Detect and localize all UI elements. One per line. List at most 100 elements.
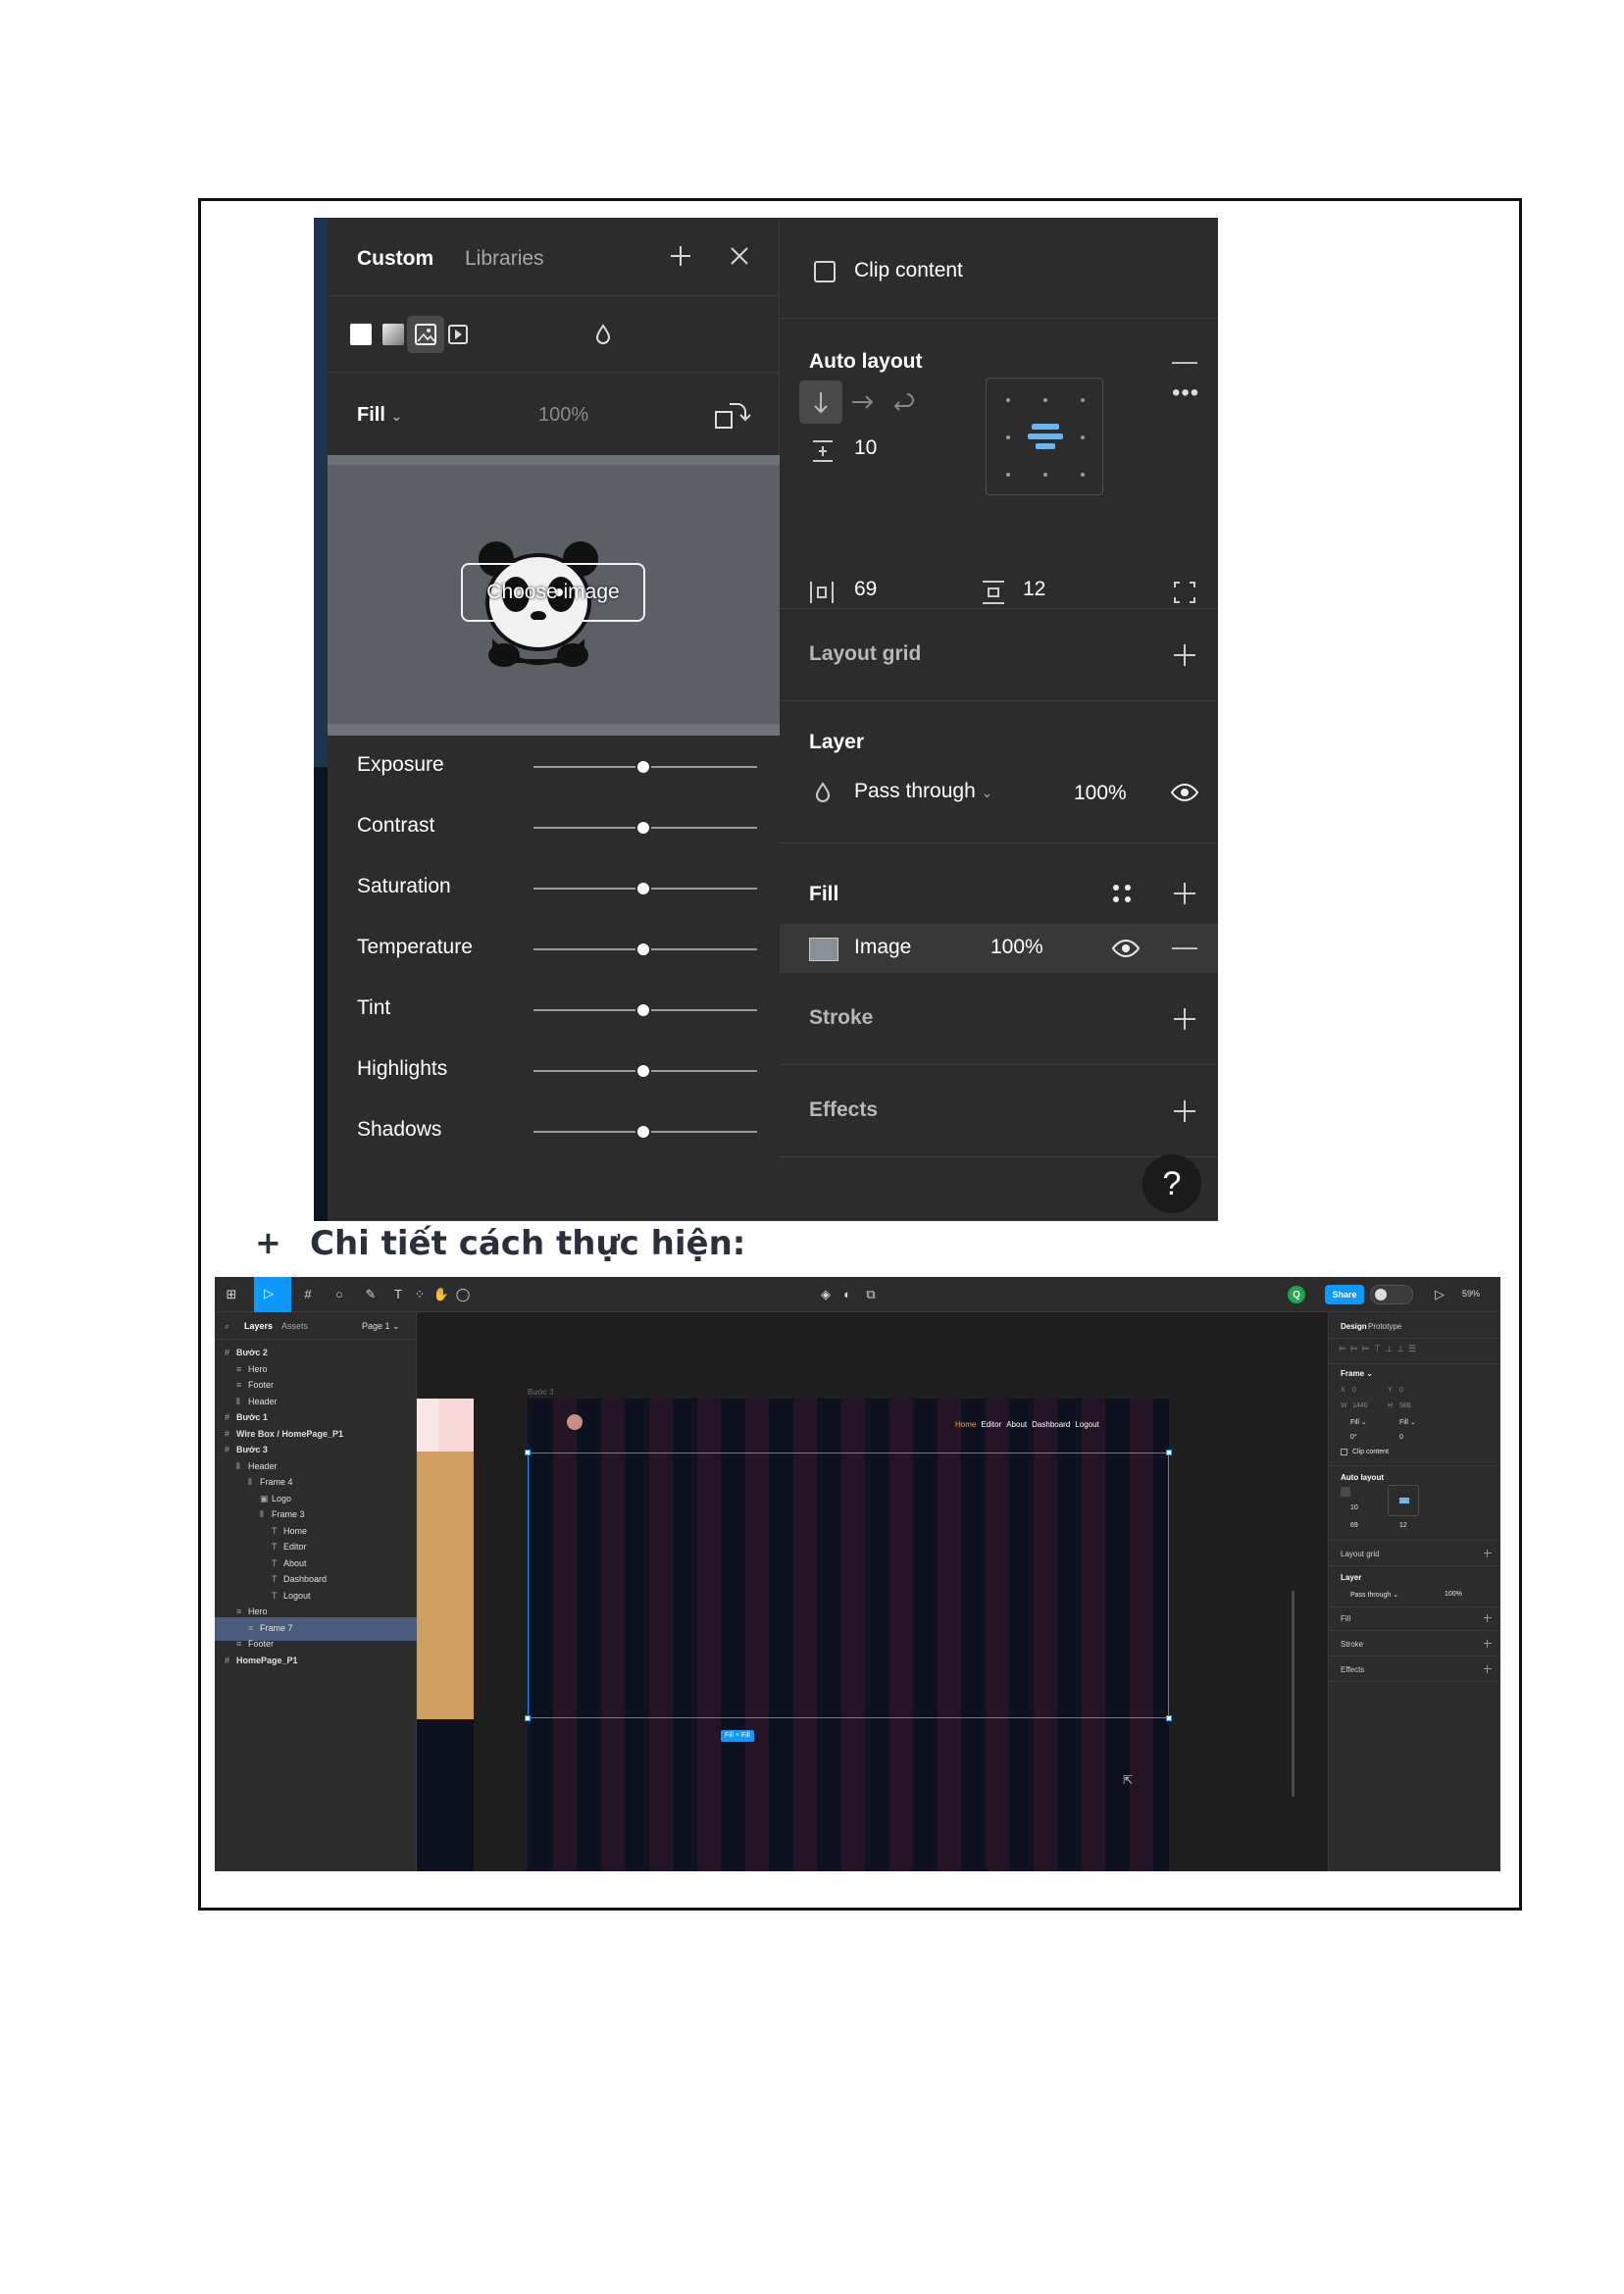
frame-tool-icon[interactable]: #	[299, 1286, 317, 1303]
add-effect-icon[interactable]	[1172, 1098, 1197, 1124]
resize-handle[interactable]	[525, 1715, 531, 1721]
slider-knob[interactable]	[635, 820, 651, 836]
add-effect-icon[interactable]	[1484, 1665, 1492, 1673]
scrollbar[interactable]	[1292, 1591, 1294, 1797]
x-value[interactable]: 0	[1352, 1387, 1356, 1394]
add-stroke-icon[interactable]	[1172, 1006, 1197, 1032]
resources-icon[interactable]: ⁘	[411, 1286, 429, 1303]
blend-drop-icon[interactable]	[584, 316, 622, 353]
blend-mode-select[interactable]: Pass through ⌄	[854, 780, 992, 803]
nav-editor[interactable]: Editor	[981, 1420, 1001, 1429]
h-mode[interactable]: Fill ⌄	[1399, 1418, 1416, 1426]
wrap-icon[interactable]	[888, 389, 917, 415]
gap-value[interactable]: 10	[854, 436, 877, 460]
tab-assets[interactable]: Assets	[281, 1321, 308, 1331]
zoom-level[interactable]: 59%	[1462, 1289, 1480, 1299]
shape-tool-icon[interactable]: ○	[330, 1286, 348, 1303]
dev-mode-toggle[interactable]	[1370, 1285, 1413, 1304]
vertical-padding-value[interactable]: 12	[1023, 578, 1045, 601]
remove-auto-layout-icon[interactable]	[1172, 362, 1197, 364]
text-tool-icon[interactable]: T	[389, 1286, 407, 1303]
gap-value[interactable]: 10	[1350, 1504, 1358, 1511]
horizontal-padding-value[interactable]: 69	[854, 578, 877, 601]
add-layout-grid-icon[interactable]	[1484, 1550, 1492, 1557]
search-icon[interactable]: ⌕	[225, 1321, 229, 1332]
tab-libraries[interactable]: Libraries	[465, 247, 544, 271]
fill-item-row[interactable]: Image 100%	[780, 924, 1218, 973]
resize-icon[interactable]	[1172, 580, 1197, 605]
fill-mode-select[interactable]: Fill ⌄	[357, 404, 402, 427]
direction-vertical-icon[interactable]	[799, 381, 842, 424]
resize-handle[interactable]	[525, 1450, 531, 1455]
tab-prototype[interactable]: Prototype	[1368, 1322, 1401, 1331]
w-mode[interactable]: Fill ⌄	[1350, 1418, 1367, 1426]
add-icon[interactable]	[666, 241, 695, 271]
choose-image-button[interactable]: Choose image	[461, 563, 645, 622]
alignment-grid[interactable]	[986, 378, 1103, 495]
frame-label[interactable]: Bước 3	[528, 1388, 554, 1397]
layer-opacity[interactable]: 100%	[1074, 782, 1127, 805]
alignment-grid[interactable]	[1388, 1485, 1419, 1516]
pad-v-value[interactable]: 12	[1399, 1522, 1407, 1529]
y-value[interactable]: 0	[1399, 1387, 1403, 1394]
slider-knob[interactable]	[635, 1124, 651, 1140]
resize-handle[interactable]	[1166, 1450, 1172, 1455]
page-select[interactable]: Page 1 ⌄	[362, 1321, 400, 1332]
pen-tool-icon[interactable]: ✎	[362, 1286, 380, 1303]
nav-dashboard[interactable]: Dashboard	[1032, 1420, 1070, 1429]
clip-content-checkbox[interactable]	[814, 261, 836, 282]
align-icons[interactable]: ⊨⊨⊨⊤⊥⊥☰	[1339, 1344, 1420, 1354]
nav-logout[interactable]: Logout	[1075, 1420, 1098, 1429]
remove-fill-icon[interactable]	[1172, 947, 1197, 949]
tab-custom[interactable]: Custom	[357, 247, 433, 271]
slider-knob[interactable]	[635, 942, 651, 957]
direction-vertical-icon[interactable]	[1341, 1487, 1350, 1497]
nav-about[interactable]: About	[1006, 1420, 1027, 1429]
slider-knob[interactable]	[635, 1002, 651, 1018]
move-tool[interactable]: ▷	[254, 1277, 291, 1312]
fill-opacity[interactable]: 100%	[538, 404, 588, 427]
logo[interactable]	[567, 1414, 583, 1430]
pad-h-value[interactable]: 69	[1350, 1522, 1358, 1529]
present-icon[interactable]: ▷	[1431, 1286, 1448, 1303]
slider-knob[interactable]	[635, 1063, 651, 1079]
eye-icon[interactable]	[1170, 782, 1199, 803]
image-thumbnail[interactable]	[809, 938, 838, 961]
direction-horizontal-icon[interactable]	[848, 389, 878, 415]
layer-row[interactable]: # HomePage_P1	[215, 1650, 417, 1673]
main-menu-icon[interactable]: ⊞	[223, 1286, 240, 1303]
hand-tool-icon[interactable]: ✋	[432, 1286, 450, 1303]
style-grid-icon[interactable]	[1111, 883, 1133, 904]
close-icon[interactable]	[725, 241, 754, 271]
rotation-value[interactable]: 0°	[1350, 1434, 1357, 1441]
blend-select[interactable]: Pass through ⌄	[1350, 1591, 1398, 1599]
add-layout-grid-icon[interactable]	[1172, 642, 1197, 668]
add-stroke-icon[interactable]	[1484, 1640, 1492, 1648]
resize-handle[interactable]	[1166, 1715, 1172, 1721]
selection-box[interactable]	[525, 1450, 1172, 1721]
w-value[interactable]: 1440	[1352, 1402, 1368, 1409]
h-value[interactable]: 588	[1399, 1402, 1411, 1409]
rotate-icon[interactable]	[712, 398, 753, 433]
tab-layers[interactable]: Layers	[244, 1321, 273, 1331]
radius-value[interactable]: 0	[1399, 1434, 1403, 1441]
canvas[interactable]: Bước 3 Home Editor About Dashboard Logout Fi…	[417, 1312, 1328, 1871]
tab-design[interactable]: Design	[1341, 1322, 1367, 1331]
boolean-icon[interactable]: ⧉	[862, 1286, 880, 1303]
nav-home[interactable]: Home	[955, 1420, 976, 1429]
add-fill-icon[interactable]	[1172, 881, 1197, 906]
help-button[interactable]: ?	[1142, 1154, 1201, 1213]
video-fill-icon[interactable]	[439, 316, 477, 353]
slider-knob[interactable]	[635, 881, 651, 896]
add-fill-icon[interactable]	[1484, 1614, 1492, 1622]
opacity-value[interactable]: 100%	[1445, 1591, 1462, 1598]
share-button[interactable]: Share	[1325, 1285, 1364, 1304]
slider-knob[interactable]	[635, 759, 651, 775]
comment-tool-icon[interactable]: ◯	[454, 1286, 472, 1303]
more-options-icon[interactable]: •••	[1172, 380, 1199, 407]
mask-icon[interactable]: ◐	[838, 1286, 856, 1303]
fill-item-opacity[interactable]: 100%	[990, 936, 1043, 959]
component-icon[interactable]: ◈	[817, 1286, 835, 1303]
avatar[interactable]: Q	[1288, 1286, 1305, 1303]
clip-checkbox[interactable]	[1341, 1449, 1347, 1455]
